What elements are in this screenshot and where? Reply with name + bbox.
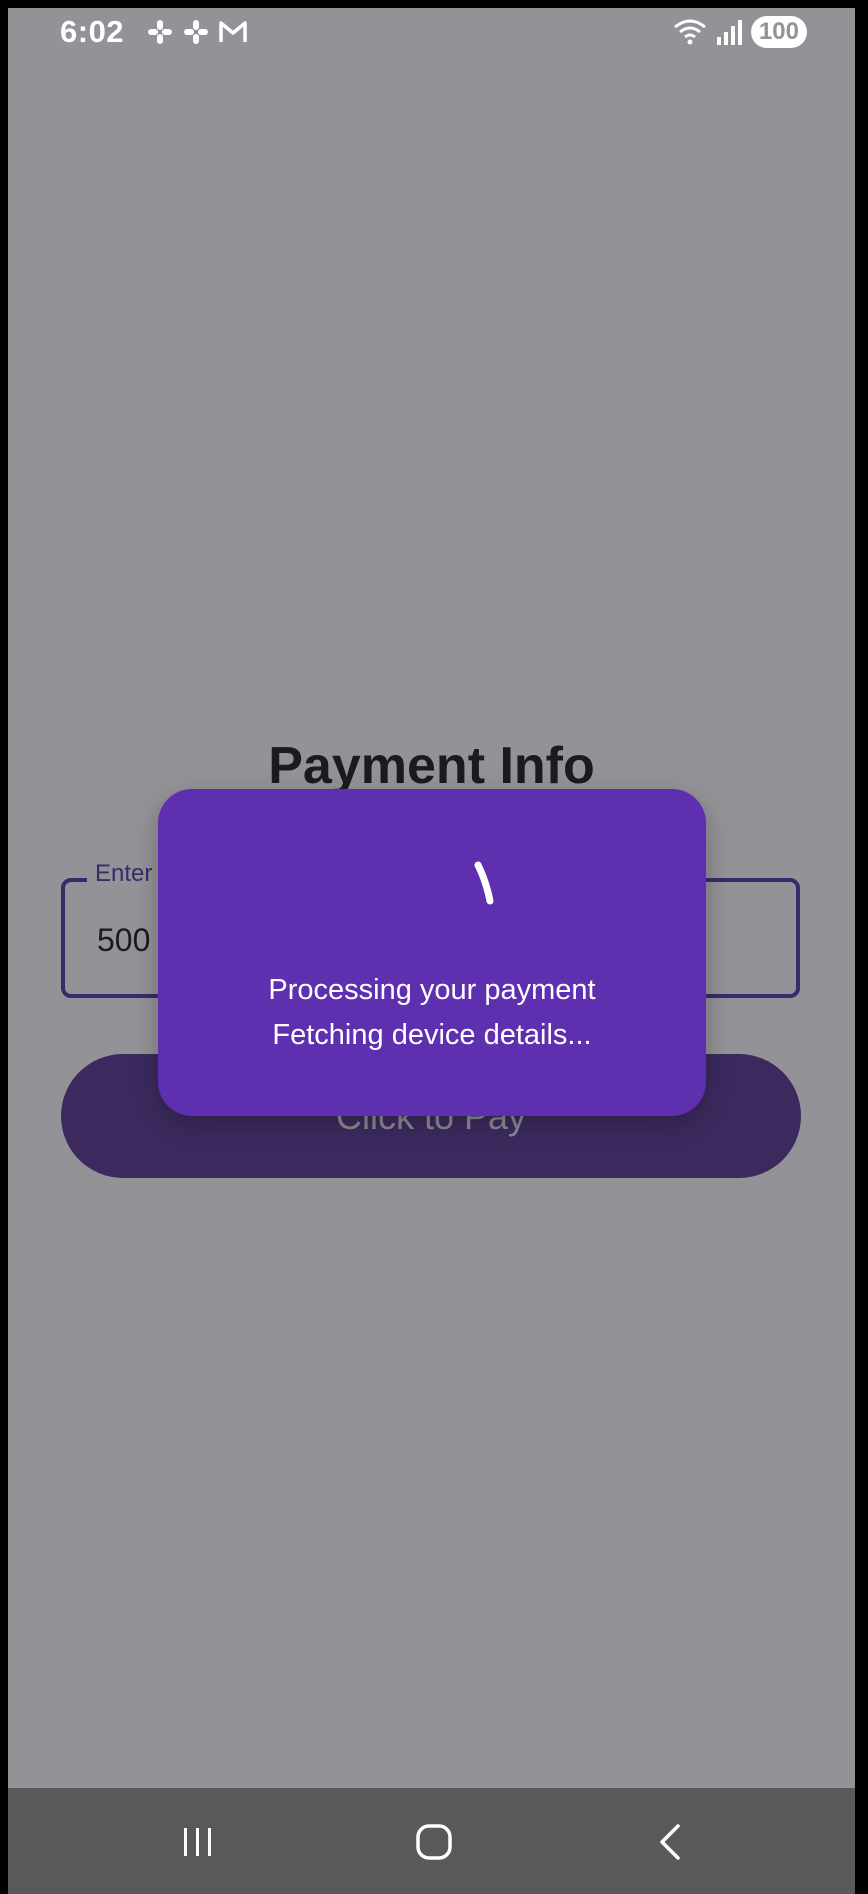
back-icon[interactable] — [648, 1818, 696, 1866]
signal-icon — [716, 20, 742, 45]
home-icon[interactable] — [410, 1818, 458, 1866]
system-icons: 100 — [673, 16, 807, 48]
status-bar: 6:02 100 — [8, 8, 855, 60]
slack-icon — [148, 20, 172, 44]
dialog-status: Fetching device details... — [272, 1019, 592, 1051]
battery-indicator: 100 — [750, 16, 807, 48]
loading-spinner-icon — [474, 861, 494, 905]
recents-icon[interactable] — [174, 1818, 222, 1866]
notification-icons — [146, 18, 248, 46]
processing-dialog: Processing your payment Fetching device … — [158, 789, 706, 1116]
dialog-message: Processing your payment — [268, 974, 596, 1006]
app-screen: 6:02 100 Payment Info Enter 500 Click to… — [8, 8, 855, 1894]
amount-input-value[interactable]: 500 — [97, 922, 150, 959]
slack-icon — [184, 20, 208, 44]
navigation-bar — [8, 1788, 855, 1894]
status-time: 6:02 — [60, 14, 125, 49]
amount-input-label: Enter — [87, 860, 161, 888]
wifi-icon — [674, 19, 706, 45]
page-title: Payment Info — [268, 737, 595, 795]
gmail-icon — [219, 21, 247, 42]
